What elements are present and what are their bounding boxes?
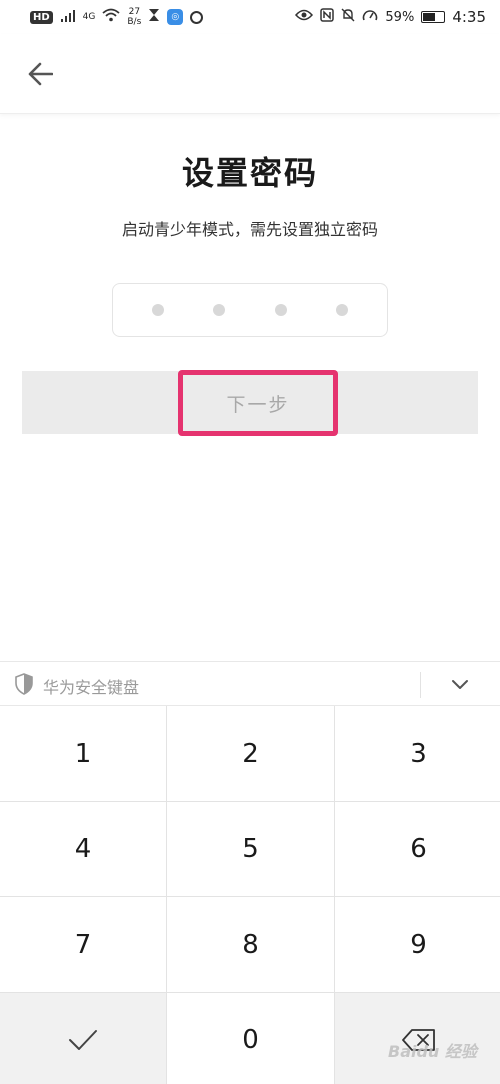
collapse-keyboard-button[interactable] [446, 672, 474, 698]
back-arrow-icon [28, 62, 53, 86]
key-2[interactable]: 2 [167, 706, 334, 801]
signal-icon [60, 9, 76, 26]
app-notification-icon: ◎ [167, 9, 184, 25]
back-button[interactable] [22, 56, 58, 92]
mute-bell-icon [341, 8, 355, 26]
key-3[interactable]: 3 [335, 706, 500, 801]
keyboard-header: 华为安全键盘 [0, 661, 500, 706]
status-right: 59% 4:35 [295, 8, 486, 26]
nfc-icon [320, 8, 335, 26]
net-speed-value: 27 [128, 7, 141, 17]
speedometer-icon [362, 8, 378, 26]
key-0[interactable]: 0 [167, 993, 334, 1084]
hourglass-icon [148, 8, 160, 26]
key-4[interactable]: 4 [0, 802, 166, 896]
key-9[interactable]: 9 [335, 897, 500, 992]
key-1[interactable]: 1 [0, 706, 166, 801]
battery-percent: 59% [385, 9, 415, 25]
pin-dot [336, 304, 349, 316]
pin-dot [151, 304, 164, 316]
app-header [0, 34, 500, 114]
net-speed-unit: B/s [127, 17, 142, 27]
clock: 4:35 [452, 8, 486, 26]
key-8[interactable]: 8 [167, 897, 334, 992]
loading-circle-icon [190, 10, 204, 24]
pin-dot [274, 304, 287, 316]
next-button[interactable]: 下一步 [178, 370, 338, 436]
pin-input[interactable] [112, 283, 388, 337]
status-bar: HD 4G 27 B/s ◎ 59% 4:35 [0, 0, 500, 34]
eye-icon [295, 9, 314, 25]
chevron-down-icon [452, 680, 468, 689]
battery-icon [421, 11, 446, 23]
page-subtitle: 启动青少年模式，需先设置独立密码 [121, 220, 378, 239]
pin-dot [213, 304, 226, 316]
keyboard-label: 华为安全键盘 [43, 678, 140, 697]
page-title: 设置密码 [181, 154, 318, 192]
mobile-data-label: 4G [82, 11, 96, 22]
numeric-keypad: 1 2 3 4 5 6 7 8 9 0 [0, 706, 500, 1084]
checkmark-icon [69, 1030, 97, 1050]
net-speed: 27 B/s [127, 7, 141, 27]
confirm-key[interactable] [0, 993, 166, 1084]
key-6[interactable]: 6 [335, 802, 500, 896]
divider [420, 672, 421, 698]
watermark: Baidu 经验 [388, 1042, 477, 1061]
hd-badge: HD [30, 10, 53, 24]
shield-icon [14, 673, 34, 699]
key-5[interactable]: 5 [167, 802, 334, 896]
battery-fill [423, 13, 436, 21]
wifi-icon [102, 8, 120, 26]
status-left: HD 4G 27 B/s ◎ [30, 7, 204, 27]
key-7[interactable]: 7 [0, 897, 166, 992]
